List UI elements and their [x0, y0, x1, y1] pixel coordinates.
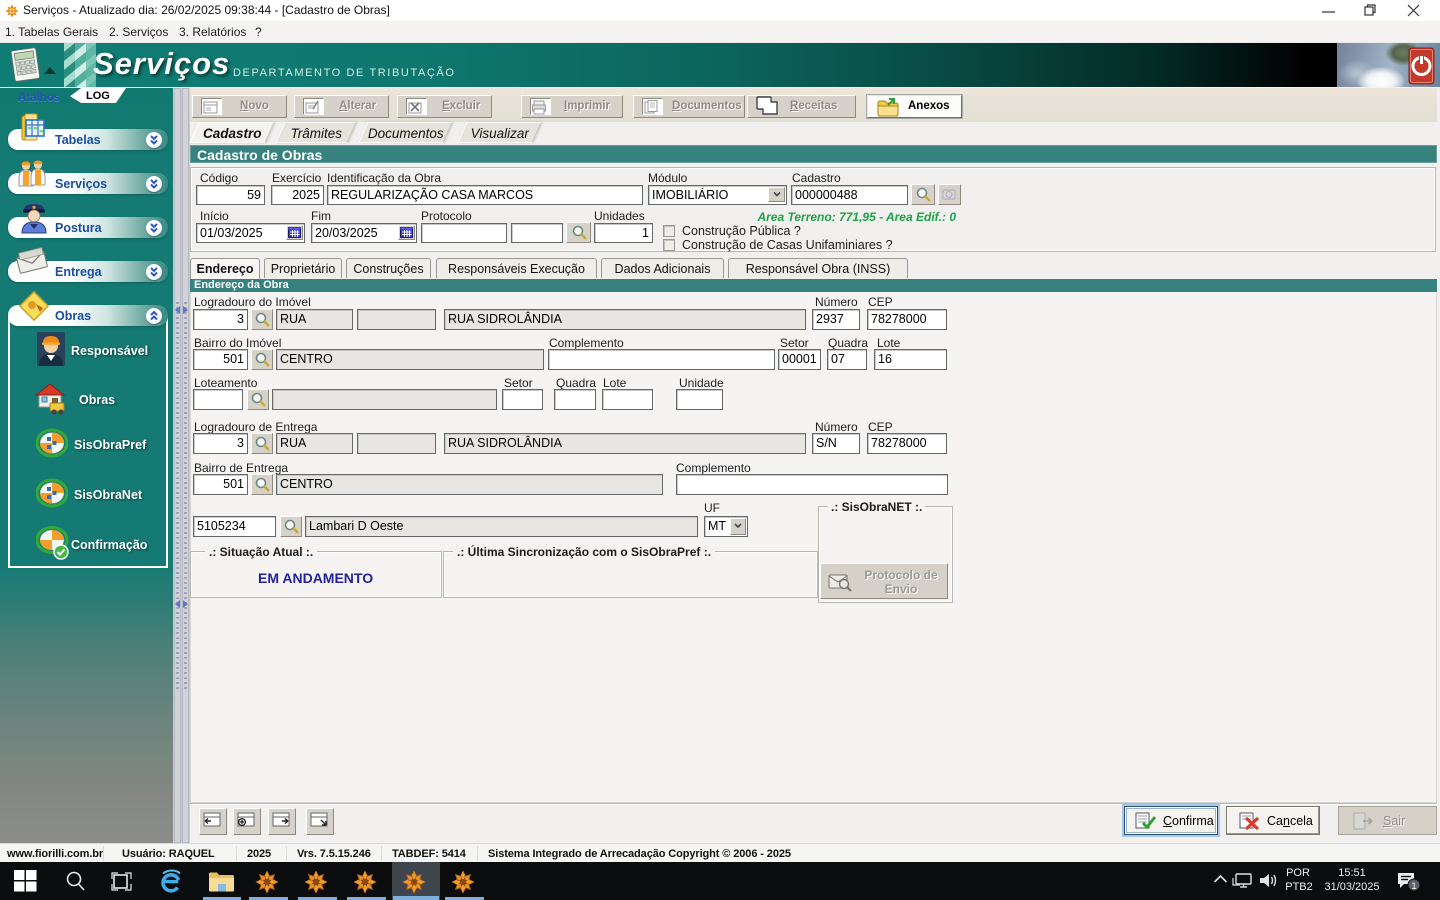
- svg-text:1: 1: [1411, 881, 1416, 891]
